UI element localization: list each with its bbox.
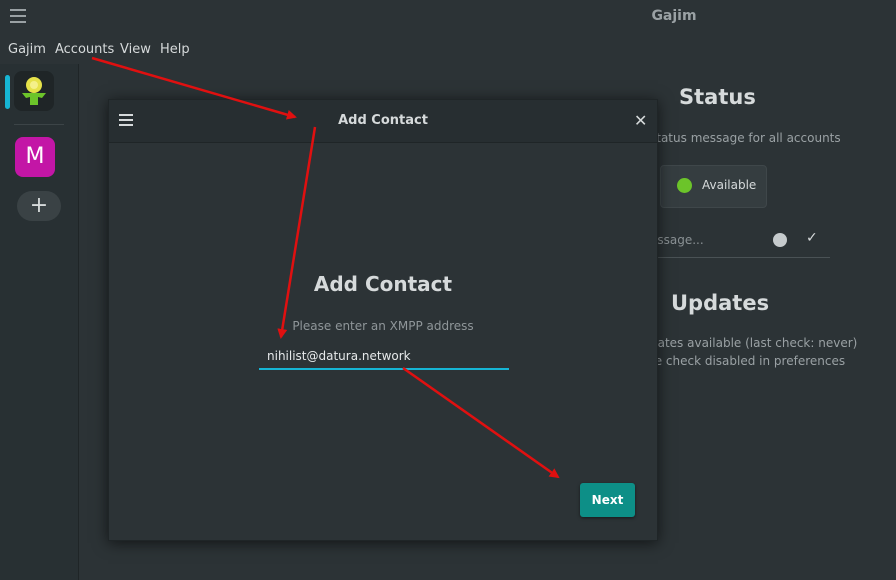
add-account-button[interactable]: + bbox=[17, 191, 61, 221]
dialog-instruction: Please enter an XMPP address bbox=[292, 319, 474, 333]
emoji-icon[interactable] bbox=[773, 233, 787, 247]
status-heading: Status bbox=[679, 85, 756, 109]
add-contact-dialog: Add Contact ✕ Add Contact Please enter a… bbox=[108, 99, 658, 541]
menu-gajim[interactable]: Gajim bbox=[8, 42, 46, 57]
account-avatar-m[interactable]: M bbox=[15, 137, 55, 177]
updates-check-info: te check disabled in preferences bbox=[650, 354, 846, 368]
selected-indicator bbox=[5, 75, 10, 109]
menu-view[interactable]: View bbox=[120, 42, 151, 57]
next-button[interactable]: Next bbox=[580, 483, 635, 517]
dialog-header: Add Contact ✕ bbox=[109, 100, 657, 143]
status-value: Available bbox=[702, 178, 757, 192]
title-bar: Gajim bbox=[0, 0, 896, 34]
menu-help[interactable]: Help bbox=[160, 42, 190, 57]
xmpp-address-input[interactable] bbox=[259, 344, 509, 370]
account-sidebar: M + bbox=[0, 64, 79, 580]
available-status-icon bbox=[677, 178, 692, 193]
window-title: Gajim bbox=[651, 8, 697, 24]
updates-heading: Updates bbox=[671, 291, 770, 315]
dialog-heading: Add Contact bbox=[313, 272, 453, 296]
menu-bar: Gajim Accounts View Help bbox=[0, 34, 896, 64]
menu-accounts[interactable]: Accounts bbox=[55, 42, 114, 57]
close-icon[interactable]: ✕ bbox=[634, 111, 647, 130]
message-underline bbox=[650, 257, 830, 258]
sidebar-divider bbox=[14, 124, 64, 125]
status-selector[interactable]: Available bbox=[660, 165, 767, 208]
gajim-user-icon bbox=[22, 77, 46, 105]
checkmark-icon[interactable]: ✓ bbox=[806, 230, 818, 246]
dialog-title: Add Contact bbox=[338, 113, 428, 128]
account-avatar-main[interactable] bbox=[14, 71, 54, 111]
status-message-input[interactable]: essage... bbox=[650, 233, 704, 247]
status-subtitle: status message for all accounts bbox=[650, 131, 841, 145]
updates-info: dates available (last check: never) bbox=[650, 336, 858, 350]
